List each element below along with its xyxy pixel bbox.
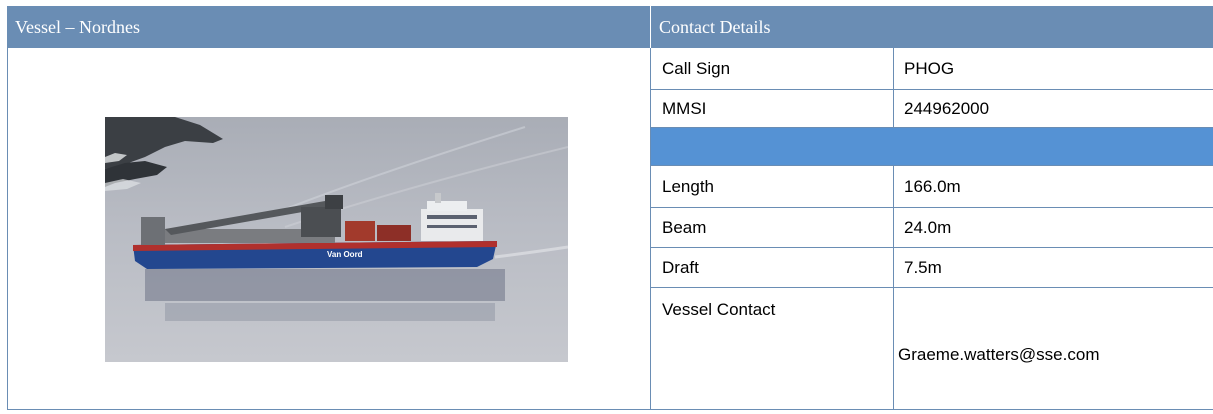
- vessel-info-table: Vessel – Nordnes Contact Details Van Oor…: [7, 6, 1213, 410]
- vessel-contact-email[interactable]: Graeme.watters@sse.com: [894, 288, 1213, 409]
- vessel-photo: Van Oord: [105, 117, 568, 362]
- vessel-contact-label: Vessel Contact: [650, 288, 894, 409]
- beam-label: Beam: [650, 208, 894, 247]
- vessel-header: Vessel – Nordnes: [7, 6, 650, 48]
- hull-lettering: Van Oord: [327, 250, 363, 259]
- mmsi-value: 244962000: [904, 98, 990, 118]
- table-row-separator-band: [650, 128, 1213, 166]
- call-sign-value: PHOG: [904, 58, 955, 78]
- photo-cell: Van Oord: [7, 48, 651, 410]
- table-row-beam: Beam 24.0m: [650, 208, 1213, 248]
- draft-label: Draft: [650, 248, 894, 287]
- length-value: 166.0m: [904, 176, 961, 196]
- separator-band-cell: [650, 128, 894, 165]
- table-row-mmsi: MMSI 244962000: [650, 90, 1213, 128]
- contact-details-header: Contact Details: [650, 6, 1213, 48]
- table-row-vessel-contact: Vessel Contact Graeme.watters@sse.com: [650, 288, 1213, 410]
- length-label: Length: [650, 166, 894, 207]
- table-row-length: Length 166.0m: [650, 166, 1213, 208]
- mmsi-label: MMSI: [650, 90, 894, 127]
- table-row-call-sign: Call Sign PHOG: [650, 48, 1213, 90]
- call-sign-label: Call Sign: [650, 48, 894, 89]
- table-row-draft: Draft 7.5m: [650, 248, 1213, 288]
- beam-value: 24.0m: [904, 217, 952, 237]
- draft-value: 7.5m: [904, 257, 942, 277]
